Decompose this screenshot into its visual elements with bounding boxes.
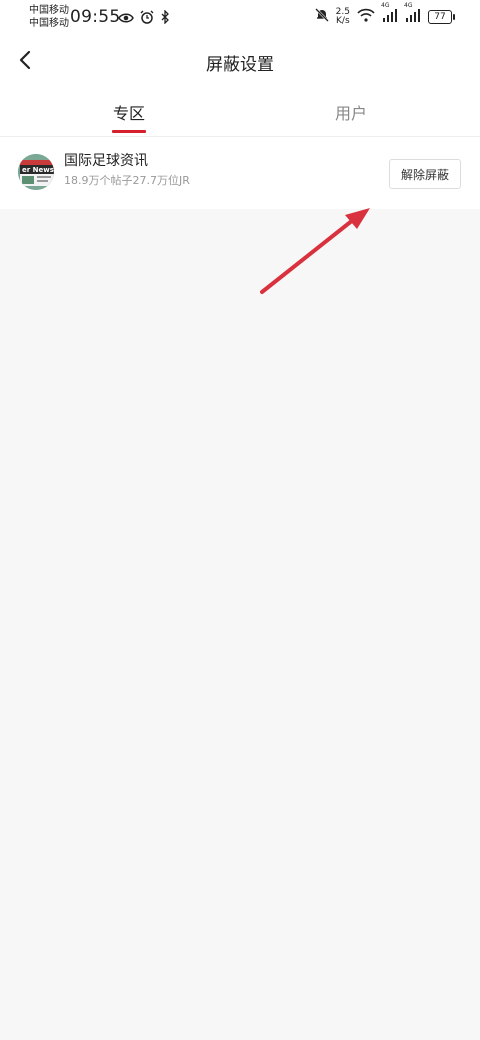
list-item: er News 国际足球资讯 18.9万个帖子27.7万位JR 解除屏蔽 [0,137,480,209]
carrier-1: 中国移动 [29,5,69,16]
mute-bell-icon [314,7,329,26]
unblock-button[interactable]: 解除屏蔽 [389,159,461,189]
avatar-text: er News [22,166,54,174]
page-title: 屏蔽设置 [206,55,274,75]
status-time: 09:55 [70,7,121,27]
signal-icon: 4G [381,2,398,26]
network-speed: 2.5 K/s [336,7,350,26]
community-stats: 18.9万个帖子27.7万位JR [64,174,190,187]
battery-indicator: 77 [428,9,455,24]
community-avatar: er News [18,154,54,190]
status-icons-left [118,9,170,28]
status-icons-right: 2.5 K/s 4G 4G 77 [314,2,455,26]
community-name: 国际足球资讯 [64,153,148,169]
bluetooth-icon [160,9,170,28]
active-tab-indicator [112,130,146,133]
eye-icon [118,9,134,28]
signal-2-label: 4G [404,2,413,9]
network-speed-unit: K/s [336,15,350,26]
wifi-icon [357,7,375,26]
tab-bar: 专区 用户 [0,86,480,137]
tab-user[interactable]: 用户 [335,100,367,124]
carrier-2: 中国移动 [29,18,69,29]
alarm-icon [140,9,154,28]
tab-zone[interactable]: 专区 [113,100,145,124]
status-bar: 中国移动 中国移动 09:55 2.5 K/s 4G 4G 77 [0,0,480,36]
signal-1-label: 4G [381,2,390,9]
top-nav-bar: 屏蔽设置 [0,36,480,86]
signal-icon: 4G [404,2,421,26]
carrier-labels: 中国移动 中国移动 [29,4,69,30]
